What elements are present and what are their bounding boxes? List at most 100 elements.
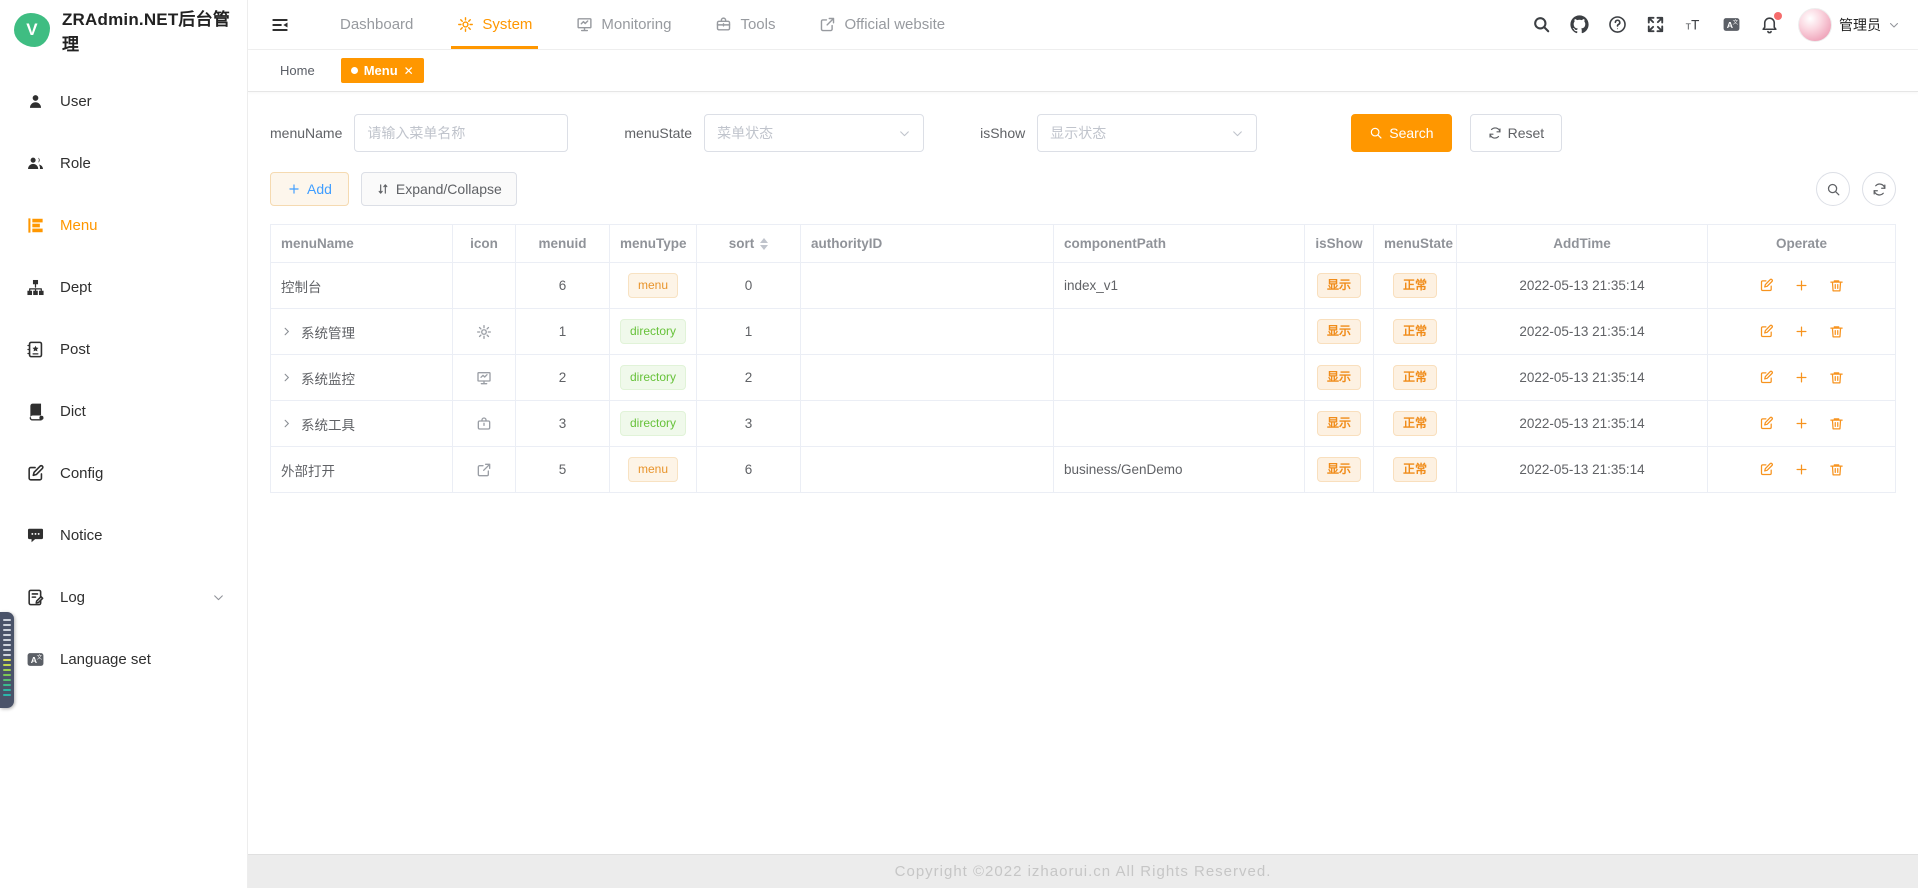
menu-type-tag: directory <box>620 411 686 435</box>
reset-button-label: Reset <box>1508 125 1545 141</box>
edit-menu-button[interactable] <box>1759 462 1774 478</box>
sidebar-item-dept[interactable]: Dept <box>0 256 247 318</box>
sidebar-item-menu[interactable]: Menu <box>0 194 247 256</box>
is-show-tag: 显示 <box>1317 365 1361 389</box>
plus-icon <box>1794 416 1809 431</box>
expand-row-button[interactable] <box>281 418 292 429</box>
plus-icon <box>1794 278 1809 293</box>
delete-menu-button[interactable] <box>1829 278 1844 294</box>
nav-item-label: Official website <box>844 16 945 33</box>
main-area: Dashboard System Monitoring Tools Offici… <box>248 0 1918 888</box>
add-child-menu-button[interactable] <box>1794 324 1809 340</box>
nav-item-tools[interactable]: Tools <box>693 0 797 49</box>
sort-control[interactable]: sort <box>729 236 769 251</box>
nav-item-dashboard[interactable]: Dashboard <box>318 0 435 49</box>
sidebar-item-label: Language set <box>60 651 151 668</box>
monitor-icon <box>576 16 593 33</box>
table-row: 系统管理1directory1显示正常2022-05-13 21:35:14 <box>271 309 1896 355</box>
cell-sort: 6 <box>697 447 801 493</box>
add-child-menu-button[interactable] <box>1794 370 1809 386</box>
post-icon <box>26 340 45 359</box>
cell-authorityID <box>801 401 1054 447</box>
sidebar-item-config[interactable]: Config <box>0 442 247 504</box>
refresh-table-button[interactable] <box>1862 172 1896 206</box>
plus-icon <box>1794 462 1809 477</box>
delete-menu-button[interactable] <box>1829 462 1844 478</box>
expand-collapse-button[interactable]: Expand/Collapse <box>361 172 517 206</box>
reset-button[interactable]: Reset <box>1470 114 1563 152</box>
show-search-button[interactable] <box>1816 172 1850 206</box>
search-button[interactable]: Search <box>1351 114 1451 152</box>
table-row: 系统工具3directory3显示正常2022-05-13 21:35:14 <box>271 401 1896 447</box>
edit-menu-button[interactable] <box>1759 416 1774 432</box>
dept-icon <box>26 278 45 297</box>
help-button[interactable] <box>1608 15 1627 34</box>
edit-menu-button[interactable] <box>1759 324 1774 340</box>
sort-carets-icon[interactable] <box>760 238 768 250</box>
cell-authorityID <box>801 355 1054 401</box>
add-child-menu-button[interactable] <box>1794 462 1809 478</box>
is-show-select[interactable]: 显示状态 <box>1037 114 1257 152</box>
trash-icon <box>1829 370 1844 385</box>
delete-menu-button[interactable] <box>1829 370 1844 386</box>
close-tab-icon[interactable]: ✕ <box>404 64 414 78</box>
fullscreen-icon <box>1646 15 1665 34</box>
avatar <box>1798 8 1832 42</box>
sidebar-item-user[interactable]: User <box>0 70 247 132</box>
app-title: ZRAdmin.NET后台管理 <box>62 5 247 55</box>
add-menu-button[interactable]: Add <box>270 172 349 206</box>
column-header-icon: icon <box>453 225 516 263</box>
fullscreen-button[interactable] <box>1646 15 1665 34</box>
sidebar-item-post[interactable]: Post <box>0 318 247 380</box>
sidebar-item-dict[interactable]: Dict <box>0 380 247 442</box>
sidebar-item-label: Dict <box>60 403 86 420</box>
username: 管理员 <box>1839 15 1881 35</box>
search-button[interactable] <box>1532 15 1551 34</box>
menu-name-input[interactable] <box>354 114 568 152</box>
sidebar-item-label: User <box>60 93 92 110</box>
user-menu[interactable]: 管理员 <box>1798 8 1900 42</box>
delete-menu-button[interactable] <box>1829 324 1844 340</box>
sidebar-item-log[interactable]: Log <box>0 566 247 628</box>
edit-menu-button[interactable] <box>1759 370 1774 386</box>
sidebar-collapse-button[interactable] <box>270 15 290 35</box>
translate-button[interactable]: A文 <box>1722 15 1741 34</box>
font-size-button[interactable]: TT <box>1684 15 1703 34</box>
expand-button-label: Expand/Collapse <box>396 181 502 197</box>
menu-type-tag: menu <box>628 457 678 481</box>
expand-row-button[interactable] <box>281 372 292 383</box>
tab-home[interactable]: Home <box>270 58 325 83</box>
app-logo[interactable]: V ZRAdmin.NET后台管理 <box>0 0 247 60</box>
plus-icon <box>1794 370 1809 385</box>
sidebar-nav: User Role Menu Dept Post Dict <box>0 70 247 690</box>
edit-menu-button[interactable] <box>1759 278 1774 294</box>
column-header-menuState: menuState <box>1374 225 1457 263</box>
nav-item-monitoring[interactable]: Monitoring <box>554 0 693 49</box>
cell-icon <box>453 355 516 401</box>
edit-icon <box>1759 462 1774 477</box>
cell-menuName: 系统监控 <box>271 355 453 401</box>
add-child-menu-button[interactable] <box>1794 278 1809 294</box>
copyright-text: Copyright ©2022 izhaorui.cn All Rights R… <box>895 863 1272 880</box>
log-icon <box>26 588 45 607</box>
table-row: 外部打开5menu6business/GenDemo显示正常2022-05-13… <box>271 447 1896 493</box>
expand-row-button[interactable] <box>281 326 292 337</box>
github-button[interactable] <box>1570 15 1589 34</box>
trash-icon <box>1829 324 1844 339</box>
nav-item-label: Monitoring <box>601 16 671 33</box>
menu-state-select[interactable]: 菜单状态 <box>704 114 924 152</box>
sidebar-item-label: Log <box>60 589 85 606</box>
nav-item-system[interactable]: System <box>435 0 554 49</box>
sidebar-item-notice[interactable]: Notice <box>0 504 247 566</box>
notifications-button[interactable] <box>1760 15 1779 34</box>
sidebar-item-language-set[interactable]: A文 Language set <box>0 628 247 690</box>
add-child-menu-button[interactable] <box>1794 416 1809 432</box>
delete-menu-button[interactable] <box>1829 416 1844 432</box>
gear-icon <box>476 324 492 340</box>
cell-menuType: menu <box>610 447 697 493</box>
sidebar-item-label: Post <box>60 341 90 358</box>
column-header-sort[interactable]: sort <box>697 225 801 263</box>
tab-menu[interactable]: Menu ✕ <box>341 58 424 83</box>
sidebar-item-role[interactable]: Role <box>0 132 247 194</box>
nav-item-official-website[interactable]: Official website <box>797 0 967 49</box>
